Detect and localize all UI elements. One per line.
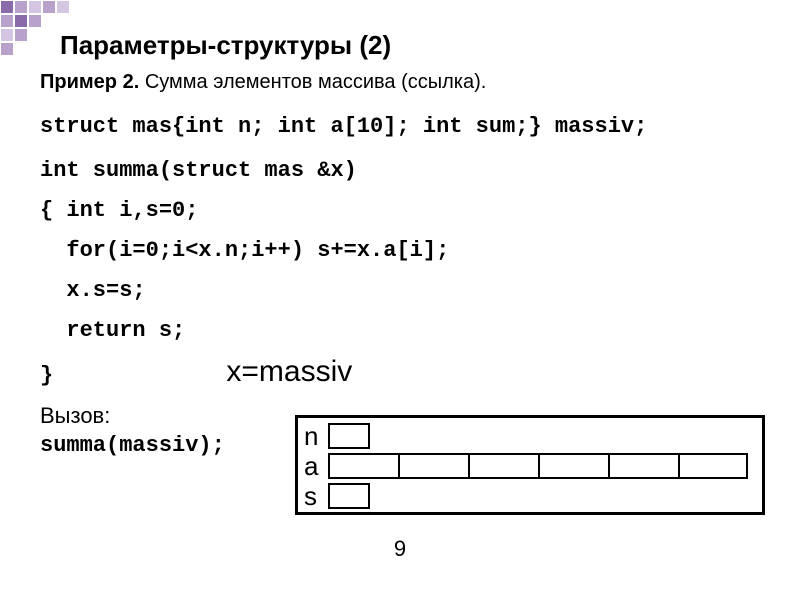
example-text: Сумма элементов массива (ссылка).	[145, 71, 486, 93]
diagram-cell-a	[608, 453, 678, 479]
diagram-row-n: n	[302, 421, 758, 451]
diagram-row-a: a	[302, 451, 758, 481]
diagram-label-a: a	[302, 451, 328, 482]
page-number: 9	[394, 536, 406, 562]
diagram-label-n: n	[302, 421, 328, 452]
diagram-cell-s	[328, 483, 370, 509]
code-line-6: return s;	[40, 314, 760, 348]
diagram-cell-a	[538, 453, 608, 479]
code-line-2: int summa(struct mas &x)	[40, 154, 760, 188]
page-title: Параметры-структуры (2)	[60, 30, 760, 61]
code-line-3: { int i,s=0;	[40, 194, 760, 228]
diagram-row-s: s	[302, 481, 758, 511]
code-line-5: x.s=s;	[40, 274, 760, 308]
code-line-7: }	[40, 363, 53, 388]
example-line: Пример 2. Сумма элементов массива (ссылк…	[40, 71, 760, 94]
diagram-label-s: s	[302, 481, 328, 512]
struct-diagram: n a s	[295, 415, 765, 515]
code-line-1: struct mas{int n; int a[10]; int sum;} m…	[40, 110, 760, 144]
corner-decoration	[0, 0, 70, 56]
x-equals-massiv: x=massiv	[226, 355, 352, 388]
diagram-cell-a	[398, 453, 468, 479]
code-line-4: for(i=0;i<x.n;i++) s+=x.a[i];	[40, 234, 760, 268]
diagram-cell-n	[328, 423, 370, 449]
diagram-cell-a	[328, 453, 398, 479]
example-prefix: Пример 2.	[40, 71, 139, 93]
diagram-cell-a	[678, 453, 748, 479]
diagram-cell-a	[468, 453, 538, 479]
diagram-array-cells	[328, 453, 748, 479]
